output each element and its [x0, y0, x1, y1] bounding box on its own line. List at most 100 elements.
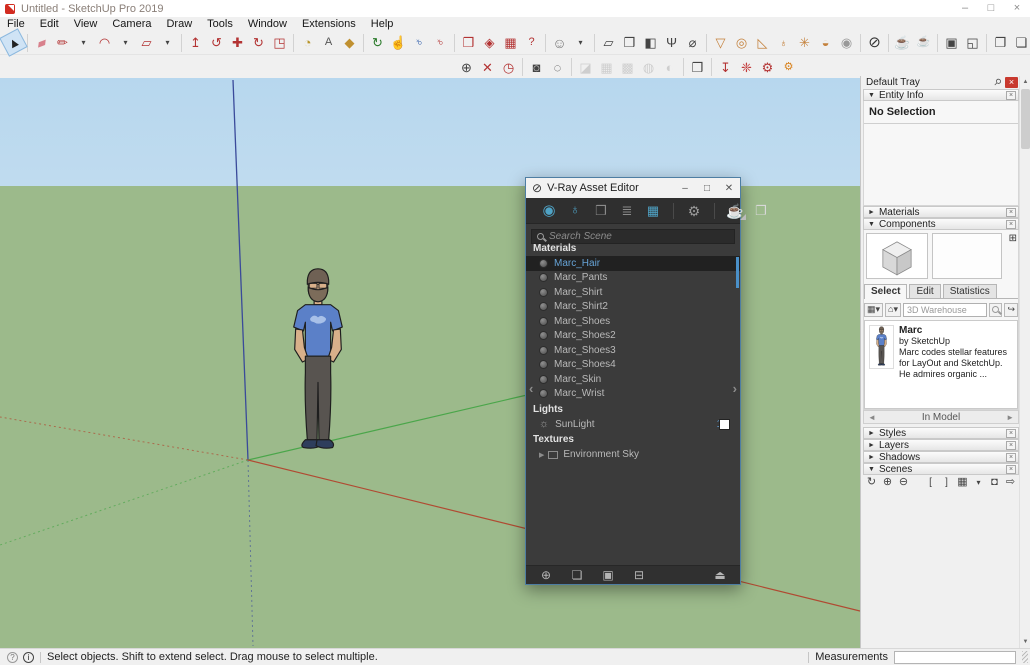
view-options-button[interactable]: ▦▾ — [864, 303, 883, 317]
extension-warehouse-icon[interactable]: ❈ — [736, 57, 757, 78]
arc-tool[interactable]: ◠ — [94, 32, 115, 53]
warehouse-search-input[interactable]: 3D Warehouse — [903, 303, 987, 317]
vray-render-button[interactable]: ☕ — [892, 32, 913, 53]
add-scene-button[interactable]: ⊕ — [881, 476, 894, 489]
vray-render-interactive[interactable]: ☕ — [913, 32, 934, 53]
protractor-tool[interactable]: ◷ — [498, 57, 519, 78]
vray-render-elements-tab[interactable]: ▦ — [644, 200, 662, 221]
expand-arrow-icon[interactable]: ▶ — [539, 451, 544, 459]
vray-frame-buffer-button[interactable]: ❐ — [752, 200, 770, 221]
tape-measure-tool[interactable]: ◔ — [297, 32, 318, 53]
scene-move-icon[interactable]: ◘ — [988, 476, 1001, 489]
model-tool-2[interactable]: ◈ — [479, 32, 500, 53]
material-item[interactable]: Marc_Skin — [526, 372, 740, 387]
scrollbar-thumb[interactable] — [1021, 89, 1030, 149]
vray-viewport-render-region[interactable]: ◱ — [962, 32, 983, 53]
model-tool-1[interactable]: ❒ — [458, 32, 479, 53]
line-tool[interactable]: ✏ — [52, 32, 73, 53]
extension-manager-gear[interactable]: ⚙ — [757, 57, 778, 78]
panel-close-icon[interactable]: × — [1006, 208, 1016, 217]
material-item[interactable]: Marc_Pants — [526, 271, 740, 286]
styles-panel-header[interactable]: ► Styles × — [863, 427, 1019, 439]
move-tool[interactable]: ✚ — [227, 32, 248, 53]
text-tool[interactable]: A — [318, 32, 339, 53]
scene-view-dropdown[interactable]: ▾ — [972, 476, 985, 489]
secondary-pane-toggle-icon[interactable]: ⊞ — [1009, 233, 1017, 244]
add-location-tool[interactable]: ⊕ — [456, 57, 477, 78]
vray-dome-light[interactable]: ◒ — [815, 32, 836, 53]
pin-icon[interactable]: ⚲ — [991, 76, 1003, 88]
vray-close-button[interactable]: ✕ — [718, 183, 740, 194]
entity-info-header[interactable]: ▼ Entity Info × — [863, 89, 1019, 101]
selection-toggle-1[interactable]: ◙ — [526, 57, 547, 78]
vray-ies-light[interactable]: ♀ — [773, 32, 794, 53]
component-picker-tool[interactable]: ❒ — [687, 57, 708, 78]
nav-forward-icon[interactable]: ► — [1002, 413, 1018, 422]
zoom-extents-tool[interactable]: ♀ — [426, 28, 456, 58]
minimize-button[interactable]: – — [952, 0, 978, 17]
vray-textures-tab[interactable]: ≣ — [618, 200, 636, 221]
vray-mesh-light[interactable]: ◉ — [836, 32, 857, 53]
material-item[interactable]: Marc_Shoes4 — [526, 358, 740, 373]
vray-fur[interactable]: Ψ — [661, 32, 682, 53]
tray-scrollbar[interactable]: ▲ ▼ — [1019, 76, 1030, 648]
vray-materials-tab[interactable]: ◉ — [540, 200, 558, 221]
panel-close-icon[interactable]: × — [1006, 453, 1016, 462]
material-item[interactable]: Marc_Shoes2 — [526, 329, 740, 344]
fog-toggle[interactable]: ▩ — [617, 57, 638, 78]
panel-close-icon[interactable]: × — [1006, 220, 1016, 229]
vray-infinite-plane[interactable]: ▱ — [598, 32, 619, 53]
menu-edit[interactable]: Edit — [40, 18, 59, 30]
preferences-gear[interactable]: ⚙ — [778, 57, 799, 78]
panel-close-icon[interactable]: × — [1006, 465, 1016, 474]
vray-maximize-button[interactable]: □ — [696, 183, 718, 194]
tray-close-button[interactable]: × — [1005, 77, 1018, 88]
vray-proxy-export[interactable]: ◧ — [640, 32, 661, 53]
menu-tools[interactable]: Tools — [207, 18, 233, 30]
layers-panel-header[interactable]: ► Layers × — [863, 439, 1019, 451]
rectangle-tool[interactable]: ▱ — [136, 32, 157, 53]
paint-bucket-tool[interactable]: ◆ — [339, 32, 360, 53]
vray-rect-light[interactable]: ▽ — [710, 32, 731, 53]
line-tool-dropdown[interactable]: ▾ — [73, 32, 94, 53]
extension-install-icon[interactable]: ↧ — [715, 57, 736, 78]
scroll-up-icon[interactable]: ▲ — [1020, 76, 1030, 88]
shadows-toggle[interactable]: ▦ — [596, 57, 617, 78]
maximize-button[interactable]: □ — [978, 0, 1004, 17]
vray-lights-tab[interactable]: ♀ — [566, 200, 584, 221]
nav-back-icon[interactable]: ◄ — [864, 413, 880, 422]
shadows-panel-header[interactable]: ► Shadows × — [863, 451, 1019, 463]
panel-close-icon[interactable]: × — [1006, 91, 1016, 100]
scene-details-arrow[interactable]: ⇨ — [1004, 476, 1017, 489]
sunlight-item[interactable]: ☼ SunLight 1 — [526, 417, 740, 432]
back-edges-toggle[interactable]: ◐ — [659, 57, 680, 78]
warehouse-share-tool[interactable]: ▦ — [500, 32, 521, 53]
search-button[interactable] — [989, 303, 1002, 317]
component-name-field[interactable] — [932, 233, 1002, 279]
close-button[interactable]: × — [1004, 0, 1030, 17]
scene-bracket-left-icon[interactable]: [ — [924, 476, 937, 489]
vray-settings-tab[interactable]: ⚙ — [685, 200, 703, 221]
panel-close-icon[interactable]: × — [1006, 441, 1016, 450]
menu-view[interactable]: View — [74, 18, 98, 30]
scroll-down-icon[interactable]: ▼ — [1020, 636, 1030, 648]
vray-omni-light[interactable]: ✳ — [794, 32, 815, 53]
scene-bracket-right-icon[interactable]: ] — [940, 476, 953, 489]
environment-sky-item[interactable]: ▶ Environment Sky — [526, 448, 740, 463]
open-in-warehouse-arrow[interactable]: ↪ — [1004, 303, 1018, 317]
scene-view-options-icon[interactable]: ▦ — [956, 476, 969, 489]
rotate-tool[interactable]: ↻ — [248, 32, 269, 53]
panel-expand-left-arrow[interactable]: ‹ — [529, 381, 533, 396]
vray-batch-render-icon[interactable]: ❏ — [1011, 32, 1030, 53]
material-item[interactable]: Marc_Shirt — [526, 285, 740, 300]
soften-edges-toggle[interactable]: ◪ — [575, 57, 596, 78]
vray-viewport-render[interactable]: ▣ — [941, 32, 962, 53]
remove-scene-button[interactable]: ⊖ — [897, 476, 910, 489]
rectangle-tool-dropdown[interactable]: ▾ — [157, 32, 178, 53]
vray-minimize-button[interactable]: – — [674, 183, 696, 194]
arc-tool-dropdown[interactable]: ▾ — [115, 32, 136, 53]
expand-arrow-icon[interactable]: ► — [868, 442, 875, 449]
tab-edit[interactable]: Edit — [909, 284, 940, 298]
vray-save-file-button[interactable]: ▣ — [601, 565, 615, 586]
vray-clipper[interactable]: ⌀ — [682, 32, 703, 53]
